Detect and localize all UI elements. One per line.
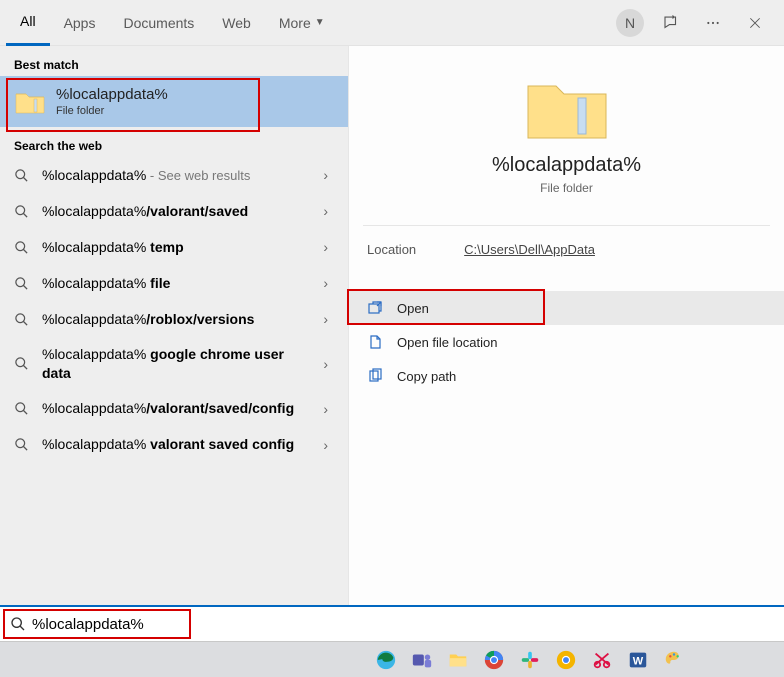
action-copy-path[interactable]: Copy path bbox=[349, 359, 784, 393]
taskbar-explorer-icon[interactable] bbox=[444, 646, 472, 674]
more-options-icon[interactable] bbox=[698, 8, 728, 38]
chevron-right-icon: › bbox=[317, 275, 334, 291]
best-match-title: %localappdata% bbox=[56, 86, 168, 103]
svg-text:W: W bbox=[633, 655, 644, 667]
taskbar-slack-icon[interactable] bbox=[516, 646, 544, 674]
action-open-label: Open bbox=[397, 301, 429, 316]
taskbar-paint-icon[interactable] bbox=[660, 646, 688, 674]
search-icon bbox=[14, 168, 32, 183]
taskbar-snip-icon[interactable] bbox=[588, 646, 616, 674]
search-icon bbox=[14, 204, 32, 219]
open-icon bbox=[367, 300, 383, 316]
search-input[interactable] bbox=[32, 616, 778, 633]
tab-more-label: More bbox=[279, 15, 311, 31]
web-result-item[interactable]: %localappdata% valorant saved config› bbox=[0, 427, 348, 463]
action-copy-path-label: Copy path bbox=[397, 369, 456, 384]
web-result-label: %localappdata%/valorant/saved/config bbox=[42, 399, 317, 418]
chevron-right-icon: › bbox=[317, 437, 334, 453]
search-bar[interactable] bbox=[0, 605, 784, 641]
chevron-right-icon: › bbox=[317, 167, 334, 183]
close-icon[interactable] bbox=[740, 8, 770, 38]
search-icon bbox=[10, 616, 26, 632]
tab-apps[interactable]: Apps bbox=[50, 0, 110, 46]
web-result-label: %localappdata% valorant saved config bbox=[42, 435, 317, 454]
web-result-label: %localappdata%/roblox/versions bbox=[42, 310, 317, 329]
chevron-right-icon: › bbox=[317, 356, 334, 372]
top-right-controls: N bbox=[616, 8, 778, 38]
web-result-item[interactable]: %localappdata%/valorant/saved› bbox=[0, 193, 348, 229]
web-result-label: %localappdata%/valorant/saved bbox=[42, 202, 317, 221]
preview-title: %localappdata% bbox=[492, 154, 641, 177]
web-result-item[interactable]: %localappdata%/roblox/versions› bbox=[0, 301, 348, 337]
tab-more[interactable]: More ▼ bbox=[265, 0, 339, 46]
web-result-item[interactable]: %localappdata% google chrome user data› bbox=[0, 337, 348, 391]
chevron-right-icon: › bbox=[317, 203, 334, 219]
preview-subtitle: File folder bbox=[540, 181, 593, 195]
web-result-label: %localappdata% file bbox=[42, 274, 317, 293]
web-result-item[interactable]: %localappdata%/valorant/saved/config› bbox=[0, 391, 348, 427]
tab-documents[interactable]: Documents bbox=[109, 0, 208, 46]
taskbar-teams-icon[interactable] bbox=[408, 646, 436, 674]
taskbar: W bbox=[0, 641, 784, 677]
best-match-item[interactable]: %localappdata% File folder bbox=[0, 76, 348, 127]
divider bbox=[363, 225, 770, 226]
tab-all[interactable]: All bbox=[6, 0, 50, 46]
folder-icon bbox=[14, 88, 46, 116]
tabs: All Apps Documents Web More ▼ bbox=[6, 0, 339, 46]
taskbar-chrome-icon[interactable] bbox=[480, 646, 508, 674]
tab-web[interactable]: Web bbox=[208, 0, 265, 46]
search-icon bbox=[14, 356, 32, 371]
web-result-item[interactable]: %localappdata% - See web results› bbox=[0, 157, 348, 193]
web-results-list: %localappdata% - See web results›%locala… bbox=[0, 157, 348, 463]
chevron-right-icon: › bbox=[317, 401, 334, 417]
taskbar-word-icon[interactable]: W bbox=[624, 646, 652, 674]
action-open-location-label: Open file location bbox=[397, 335, 497, 350]
taskbar-chrome2-icon[interactable] bbox=[552, 646, 580, 674]
chevron-down-icon: ▼ bbox=[315, 17, 325, 28]
web-result-label: %localappdata% - See web results bbox=[42, 166, 317, 185]
search-icon bbox=[14, 240, 32, 255]
chevron-right-icon: › bbox=[317, 239, 334, 255]
action-open[interactable]: Open bbox=[349, 291, 784, 325]
search-icon bbox=[14, 312, 32, 327]
file-location-icon bbox=[367, 334, 383, 350]
search-icon bbox=[14, 437, 32, 452]
feedback-icon[interactable] bbox=[656, 8, 686, 38]
web-result-item[interactable]: %localappdata% file› bbox=[0, 265, 348, 301]
web-result-label: %localappdata% google chrome user data bbox=[42, 345, 317, 383]
best-match-subtitle: File folder bbox=[56, 105, 168, 117]
user-avatar[interactable]: N bbox=[616, 9, 644, 37]
top-tabbar: All Apps Documents Web More ▼ N bbox=[0, 0, 784, 46]
best-match-label: Best match bbox=[0, 46, 348, 76]
preview-folder-icon bbox=[522, 70, 612, 144]
location-label: Location bbox=[367, 242, 416, 257]
location-value[interactable]: C:\Users\Dell\AppData bbox=[464, 242, 595, 257]
chevron-right-icon: › bbox=[317, 311, 334, 327]
search-web-label: Search the web bbox=[0, 127, 348, 157]
search-icon bbox=[14, 401, 32, 416]
copy-icon bbox=[367, 368, 383, 384]
search-icon bbox=[14, 276, 32, 291]
web-result-label: %localappdata% temp bbox=[42, 238, 317, 257]
web-result-item[interactable]: %localappdata% temp› bbox=[0, 229, 348, 265]
taskbar-edge-icon[interactable] bbox=[372, 646, 400, 674]
action-open-location[interactable]: Open file location bbox=[349, 325, 784, 359]
